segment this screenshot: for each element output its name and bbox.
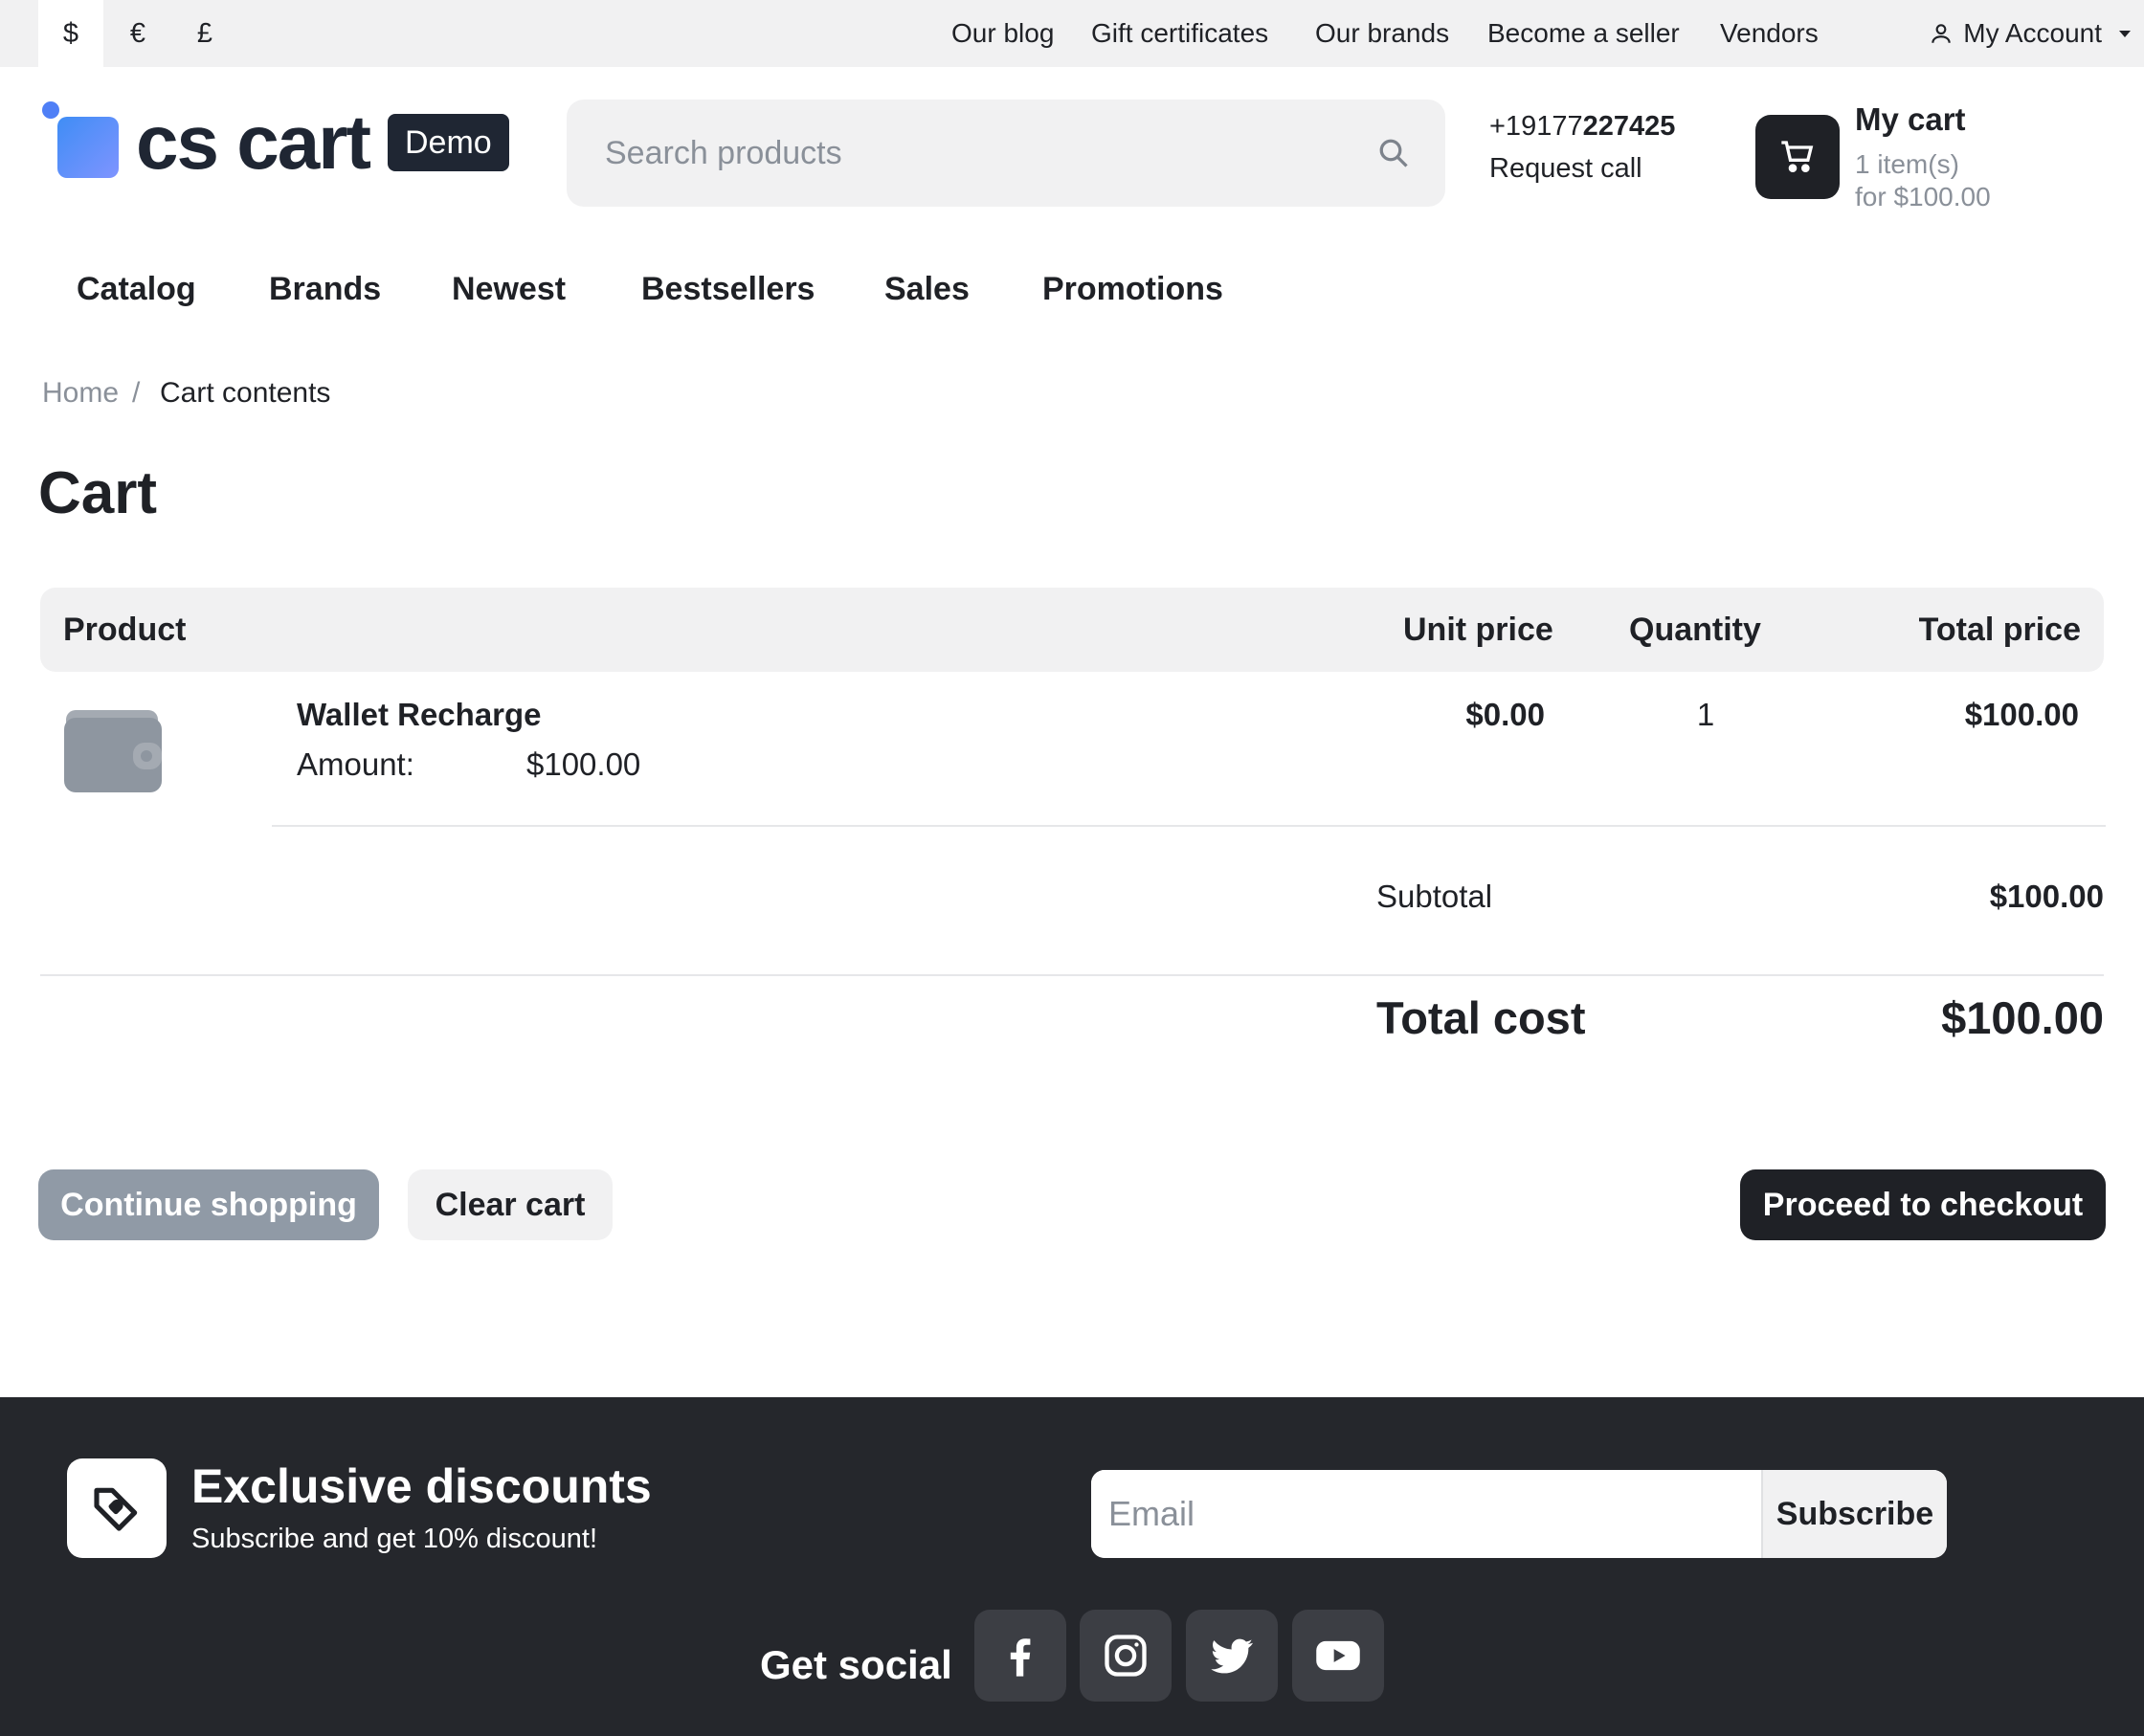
instagram-icon (1105, 1635, 1147, 1677)
my-account-menu[interactable]: My Account (1929, 0, 2131, 67)
discount-badge (67, 1458, 167, 1558)
search-icon[interactable] (1376, 136, 1411, 170)
breadcrumb-current: Cart contents (160, 377, 331, 409)
currency-eur[interactable]: € (105, 0, 170, 67)
nav-newest[interactable]: Newest (452, 260, 566, 318)
subtotal-label: Subtotal (1376, 879, 1493, 914)
twitter-link[interactable] (1186, 1610, 1278, 1702)
request-call-link[interactable]: Request call (1489, 153, 1642, 185)
header-product: Product (63, 612, 187, 648)
cart-button[interactable] (1755, 115, 1840, 199)
twitter-icon (1211, 1638, 1253, 1674)
cart-table-header: Product Unit price Quantity Total price (40, 588, 2104, 672)
demo-badge: Demo (388, 114, 509, 171)
my-cart-items: 1 item(s) (1855, 149, 1959, 179)
link-our-brands[interactable]: Our brands (1315, 0, 1449, 67)
site-logo[interactable]: cs cart Demo (38, 100, 536, 185)
newsletter-form: Subscribe (1091, 1470, 1947, 1558)
header-total-price: Total price (1918, 612, 2081, 648)
logo-text: cs cart (136, 100, 371, 185)
header-quantity: Quantity (1629, 612, 1761, 648)
subtotal-value: $100.00 (1989, 879, 2104, 914)
nav-promotions[interactable]: Promotions (1042, 260, 1223, 318)
phone-number[interactable]: +19177227425 (1489, 111, 1675, 143)
my-cart-total: for $100.00 (1855, 182, 1991, 211)
proceed-to-checkout-button[interactable]: Proceed to checkout (1740, 1169, 2106, 1240)
unit-price: $0.00 (1465, 697, 1545, 732)
search-bar (567, 100, 1445, 207)
top-bar: $ € £ Our blog Gift certificates Our bra… (0, 0, 2144, 67)
totals-divider (40, 974, 2104, 976)
row-divider (272, 825, 2106, 827)
email-field[interactable] (1091, 1470, 1759, 1558)
search-input[interactable] (605, 100, 1332, 207)
nav-bestsellers[interactable]: Bestsellers (641, 260, 815, 318)
breadcrumb-separator: / (132, 377, 141, 409)
clear-cart-button[interactable]: Clear cart (408, 1169, 613, 1240)
chevron-down-icon (2119, 30, 2131, 37)
footer: Exclusive discounts Subscribe and get 10… (0, 1397, 2144, 1736)
discount-title: Exclusive discounts (191, 1459, 652, 1513)
continue-shopping-button[interactable]: Continue shopping (38, 1169, 379, 1240)
product-name[interactable]: Wallet Recharge (297, 697, 542, 733)
subscribe-button[interactable]: Subscribe (1761, 1470, 1947, 1558)
my-account-label: My Account (1963, 18, 2102, 48)
facebook-link[interactable] (974, 1610, 1066, 1702)
header-unit-price: Unit price (1403, 612, 1553, 648)
link-gift-certificates[interactable]: Gift certificates (1091, 0, 1268, 67)
row-total-price: $100.00 (1964, 697, 2079, 732)
link-become-a-seller[interactable]: Become a seller (1487, 0, 1680, 67)
get-social-label: Get social (760, 1642, 952, 1687)
youtube-icon (1316, 1640, 1360, 1671)
tag-icon (94, 1487, 138, 1531)
option-value: $100.00 (526, 746, 641, 782)
wallet-icon[interactable] (64, 706, 162, 792)
phone-prefix: +19177 (1489, 111, 1583, 142)
quantity-value[interactable]: 1 (1686, 697, 1725, 733)
my-cart-title[interactable]: My cart (1855, 101, 1966, 138)
discount-subtitle: Subscribe and get 10% discount! (191, 1524, 597, 1554)
currency-usd[interactable]: $ (38, 0, 103, 67)
nav-brands[interactable]: Brands (269, 260, 381, 318)
phone-suffix: 227425 (1582, 111, 1676, 142)
link-our-blog[interactable]: Our blog (951, 0, 1054, 67)
user-icon (1932, 24, 1952, 43)
logo-dot (42, 101, 59, 119)
page: $ € £ Our blog Gift certificates Our bra… (0, 0, 2144, 1736)
currency-gbp[interactable]: £ (172, 0, 237, 67)
facebook-icon (1010, 1638, 1031, 1677)
youtube-link[interactable] (1292, 1610, 1384, 1702)
nav-sales[interactable]: Sales (884, 260, 970, 318)
link-vendors[interactable]: Vendors (1720, 0, 1819, 67)
instagram-link[interactable] (1080, 1610, 1172, 1702)
cart-icon (1781, 141, 1814, 172)
total-cost-label: Total cost (1376, 992, 1586, 1043)
option-label: Amount: (297, 746, 414, 782)
logo-mark (57, 117, 119, 178)
total-cost-value: $100.00 (1941, 992, 2104, 1043)
nav-catalog[interactable]: Catalog (77, 260, 196, 318)
page-title: Cart (38, 460, 158, 526)
breadcrumb-home[interactable]: Home (42, 377, 119, 410)
